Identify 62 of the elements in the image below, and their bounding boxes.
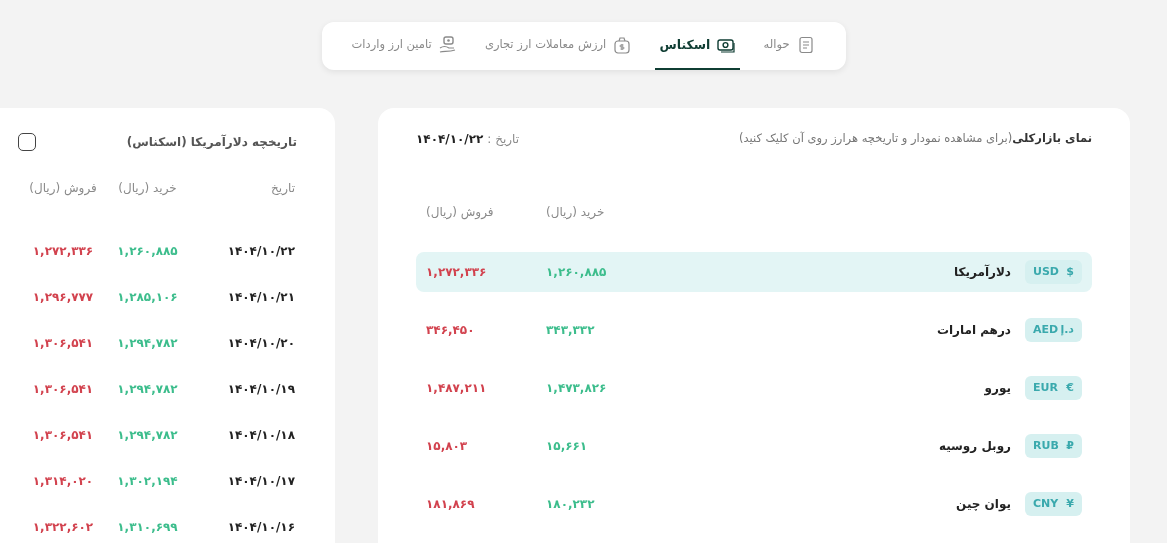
date-value: ۱۴۰۴/۱۰/۲۲ xyxy=(416,131,484,148)
checkbox[interactable] xyxy=(18,133,36,151)
currency-name: دلارآمریکا xyxy=(954,263,1011,281)
date-cell-text: ۱۴۰۴/۱۰/۱۷ xyxy=(227,473,295,490)
buy-price: ۱,۲۹۴,۷۸۲ xyxy=(117,427,178,444)
panel-title: نمای بازارکلی(برای مشاهده نمودار و تاریخچه هرارز روی آن کلیک کنید) xyxy=(738,130,1092,148)
tab[interactable]: تامین ارز واردات xyxy=(347,22,462,70)
buy-price: ۱,۲۶۰,۸۸۵ xyxy=(546,264,607,281)
date-cell-text: ۱۴۰۴/۱۰/۲۲ xyxy=(227,243,295,260)
currency-name: روبل روسیه xyxy=(938,438,1011,455)
sell-price: ۱,۳۲۲,۶۰۲ xyxy=(32,519,94,536)
buy-price: ۱,۲۶۰,۸۸۵ xyxy=(117,243,178,260)
money-bag-icon xyxy=(612,35,633,55)
buy-price: ۱,۴۷۳,۸۲۶ xyxy=(546,380,607,397)
tab[interactable]: حواله xyxy=(759,22,820,70)
column-header: خرید (ریال) xyxy=(118,181,177,195)
currency-name: یوان چین xyxy=(956,496,1011,513)
currency-symbol: ₽ xyxy=(1066,437,1074,454)
sell-price: ۱,۲۹۶,۷۷۷ xyxy=(32,289,94,306)
date-label: تاریخ : xyxy=(487,131,520,148)
buy-price: ۱,۳۰۲,۱۹۴ xyxy=(117,473,178,490)
buy-price: ۱,۲۹۴,۷۸۲ xyxy=(117,381,178,398)
buy-price: ۳۴۳,۳۳۲ xyxy=(546,322,595,339)
hand-coin-icon xyxy=(437,35,458,55)
date-cell-text: ۱۴۰۴/۱۰/۱۶ xyxy=(227,519,295,536)
currency-symbol: ¥ xyxy=(1066,495,1074,512)
currency-name: درهم امارات xyxy=(936,322,1011,339)
sell-price: ۱۸۱,۸۶۹ xyxy=(426,496,475,513)
date-cell-text: ۱۴۰۴/۱۰/۲۰ xyxy=(227,335,295,352)
buy-price: ۱,۲۸۵,۱۰۶ xyxy=(117,289,178,306)
panel-title: تاریخچه دلارآمریکا (اسکناس) xyxy=(126,133,297,151)
column-header: خرید (ریال) xyxy=(546,204,606,221)
sell-price: ۱,۲۷۲,۳۳۶ xyxy=(32,243,94,260)
currency-symbol: $ xyxy=(1066,263,1074,280)
column-header: فروش (ریال) xyxy=(426,204,495,221)
currency-code: RUB xyxy=(1033,437,1059,454)
buy-price: ۱۵,۶۶۱ xyxy=(546,438,588,455)
tab[interactable]: اسکناس xyxy=(655,22,741,70)
currency-name: یورو xyxy=(984,380,1011,397)
sell-price: ۱,۳۱۴,۰۲۰ xyxy=(32,473,94,490)
column-header: تاریخ xyxy=(271,181,295,195)
buy-price: ۱۸۰,۲۳۲ xyxy=(546,496,595,513)
date-cell-text: ۱۴۰۴/۱۰/۲۱ xyxy=(227,289,295,306)
buy-price: ۱,۳۱۰,۶۹۹ xyxy=(117,519,178,536)
currency-symbol: د.إ xyxy=(1060,321,1074,338)
date-cell-text: ۱۴۰۴/۱۰/۱۹ xyxy=(227,381,295,398)
sell-price: ۱,۳۰۶,۵۴۱ xyxy=(32,335,94,352)
buy-price: ۱,۲۹۴,۷۸۲ xyxy=(117,335,178,352)
currency-code: USD xyxy=(1033,263,1059,280)
sell-price: ۱۵,۸۰۳ xyxy=(426,438,468,455)
currency-code: CNY xyxy=(1033,495,1059,512)
sell-price: ۱,۳۰۶,۵۴۱ xyxy=(32,427,94,444)
sell-price: ۱,۴۸۷,۲۱۱ xyxy=(426,380,487,397)
currency-code: AED xyxy=(1033,321,1059,338)
sell-price: ۱,۳۰۶,۵۴۱ xyxy=(32,381,94,398)
currency-code: EUR xyxy=(1033,379,1058,396)
currency-symbol: € xyxy=(1066,379,1074,396)
tab[interactable]: ارزش معاملات ارز تجاری xyxy=(480,22,637,70)
column-header: فروش (ریال) xyxy=(29,181,97,195)
sell-price: ۱,۲۷۲,۳۳۶ xyxy=(426,264,487,281)
sell-price: ۳۴۶,۴۵۰ xyxy=(426,322,475,339)
date-cell-text: ۱۴۰۴/۱۰/۱۸ xyxy=(227,427,295,444)
